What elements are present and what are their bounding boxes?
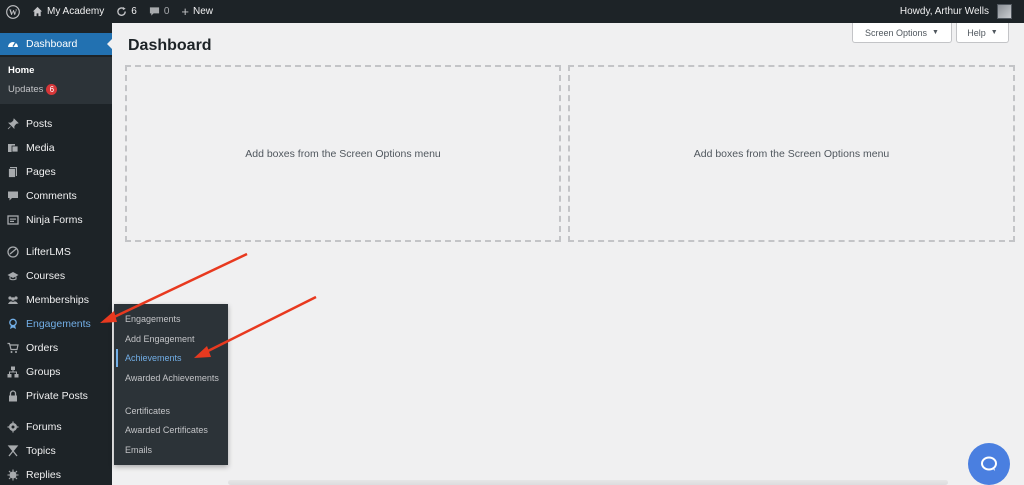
user-account-link[interactable]: Howdy, Arthur Wells xyxy=(894,0,1018,23)
plus-icon: + xyxy=(181,4,189,19)
dropzone-hint: Add boxes from the Screen Options menu xyxy=(245,147,441,160)
dashboard-icon xyxy=(6,37,20,51)
forums-icon xyxy=(6,420,20,434)
sidebar-item-lifterlms[interactable]: LifterLMS xyxy=(0,241,112,263)
engagements-flyout-menu: Engagements Add Engagement Achievements … xyxy=(114,304,228,465)
sidebar-item-label: Forums xyxy=(26,421,62,433)
wordpress-icon: W xyxy=(6,4,20,19)
scroll-shadow xyxy=(228,480,948,485)
courses-icon xyxy=(6,269,20,283)
dropzone-hint: Add boxes from the Screen Options menu xyxy=(693,147,890,160)
sidebar-item-label: Replies xyxy=(26,469,62,481)
sidebar-item-orders[interactable]: Orders xyxy=(0,337,112,359)
site-name-link[interactable]: My Academy xyxy=(26,0,110,23)
sidebar-item-label: Orders xyxy=(26,342,59,354)
submenu-home[interactable]: Home xyxy=(8,65,34,76)
sidebar-item-media[interactable]: Media xyxy=(0,137,112,159)
media-icon xyxy=(6,141,20,155)
home-icon xyxy=(32,6,43,17)
sidebar-item-dashboard[interactable]: Dashboard xyxy=(0,33,112,55)
svg-text:W: W xyxy=(9,8,18,17)
sidebar-item-label: Pages xyxy=(26,166,56,178)
groups-icon xyxy=(6,365,20,379)
sidebar-item-label: Groups xyxy=(26,366,61,378)
sidebar-item-label: Media xyxy=(26,142,55,154)
sidebar-item-label: Topics xyxy=(26,445,56,457)
new-content-link[interactable]: + New xyxy=(175,0,219,23)
sidebar-item-comments[interactable]: Comments xyxy=(0,185,112,207)
sidebar-item-label: Ninja Forms xyxy=(26,214,83,226)
sidebar-item-topics[interactable]: Topics xyxy=(0,440,112,462)
comments-link[interactable]: 0 xyxy=(143,0,176,23)
caret-down-icon: ▼ xyxy=(990,29,998,36)
sidebar-item-forums[interactable]: Forums xyxy=(0,416,112,438)
comments-icon xyxy=(6,189,20,203)
new-label: New xyxy=(192,6,213,17)
sidebar-item-replies[interactable]: Replies xyxy=(0,464,112,485)
page-title: Dashboard xyxy=(128,37,212,54)
help-beacon-button[interactable] xyxy=(968,443,1010,485)
lock-icon xyxy=(6,389,20,403)
flyout-item-achievements[interactable]: Achievements xyxy=(125,352,225,364)
sidebar-item-label: Dashboard xyxy=(26,38,78,50)
screen-options-button[interactable]: Screen Options ▼ xyxy=(852,23,952,43)
sidebar-item-ninja-forms[interactable]: Ninja Forms xyxy=(0,209,112,231)
screen-options-label: Screen Options xyxy=(865,27,928,38)
flyout-item-add-engagement[interactable]: Add Engagement xyxy=(125,333,225,345)
submenu-updates[interactable]: Updates 6 xyxy=(8,84,58,95)
updates-badge: 6 xyxy=(46,84,58,95)
sidebar-item-label: Engagements xyxy=(26,318,91,330)
greeting-text: Howdy, Arthur Wells xyxy=(899,6,989,17)
avatar xyxy=(997,4,1012,19)
chat-bubble-icon xyxy=(981,456,997,471)
comment-icon xyxy=(149,7,159,16)
sidebar-item-posts[interactable]: Posts xyxy=(0,113,112,135)
updates-link[interactable]: 6 xyxy=(110,0,143,23)
flyout-item-engagements[interactable]: Engagements xyxy=(125,313,225,325)
sidebar-item-pages[interactable]: Pages xyxy=(0,161,112,183)
flyout-item-awarded-achievements[interactable]: Awarded Achievements xyxy=(125,372,225,384)
memberships-icon xyxy=(6,293,20,307)
sidebar-item-label: Memberships xyxy=(26,294,90,306)
sidebar-item-label: LifterLMS xyxy=(26,246,71,258)
sidebar-item-groups[interactable]: Groups xyxy=(0,361,112,383)
sidebar-item-label: Courses xyxy=(26,270,66,282)
help-label: Help xyxy=(967,27,986,38)
help-button[interactable]: Help ▼ xyxy=(956,23,1009,43)
sidebar-item-engagements[interactable]: Engagements xyxy=(0,313,112,335)
caret-down-icon: ▼ xyxy=(932,29,939,36)
admin-sidebar: Dashboard Home Updates 6 Posts Media Page… xyxy=(0,23,112,485)
sidebar-item-label: Private Posts xyxy=(26,390,88,402)
current-item-indicator xyxy=(116,349,118,367)
dashboard-submenu: Home Updates 6 xyxy=(0,57,112,104)
comments-count: 0 xyxy=(163,6,170,17)
cart-icon xyxy=(6,341,20,355)
submenu-updates-label: Updates xyxy=(8,84,44,95)
flyout-item-emails[interactable]: Emails xyxy=(125,444,225,456)
wordpress-logo-button[interactable]: W xyxy=(0,0,26,23)
lifterlms-icon xyxy=(6,245,20,259)
pin-icon xyxy=(6,117,20,131)
admin-bar: W My Academy 6 0 + New Howdy, Arthur Wel… xyxy=(0,0,1024,23)
sidebar-item-private-posts[interactable]: Private Posts xyxy=(0,385,112,407)
sidebar-item-label: Comments xyxy=(26,190,77,202)
refresh-icon xyxy=(117,6,127,16)
engagements-icon xyxy=(6,317,20,331)
dashboard-widget-dropzone-right: Add boxes from the Screen Options menu xyxy=(568,65,1015,242)
topics-icon xyxy=(6,444,20,458)
dashboard-widget-dropzone-left: Add boxes from the Screen Options menu xyxy=(125,65,561,242)
active-indicator xyxy=(107,39,112,49)
sidebar-item-memberships[interactable]: Memberships xyxy=(0,289,112,311)
sidebar-item-courses[interactable]: Courses xyxy=(0,265,112,287)
pages-icon xyxy=(6,165,20,179)
forms-icon xyxy=(6,213,20,227)
updates-count: 6 xyxy=(131,6,137,17)
replies-icon xyxy=(6,468,20,482)
site-name-label: My Academy xyxy=(47,6,105,17)
flyout-item-certificates[interactable]: Certificates xyxy=(125,405,225,417)
flyout-item-awarded-certificates[interactable]: Awarded Certificates xyxy=(125,424,225,436)
sidebar-item-label: Posts xyxy=(26,118,53,130)
